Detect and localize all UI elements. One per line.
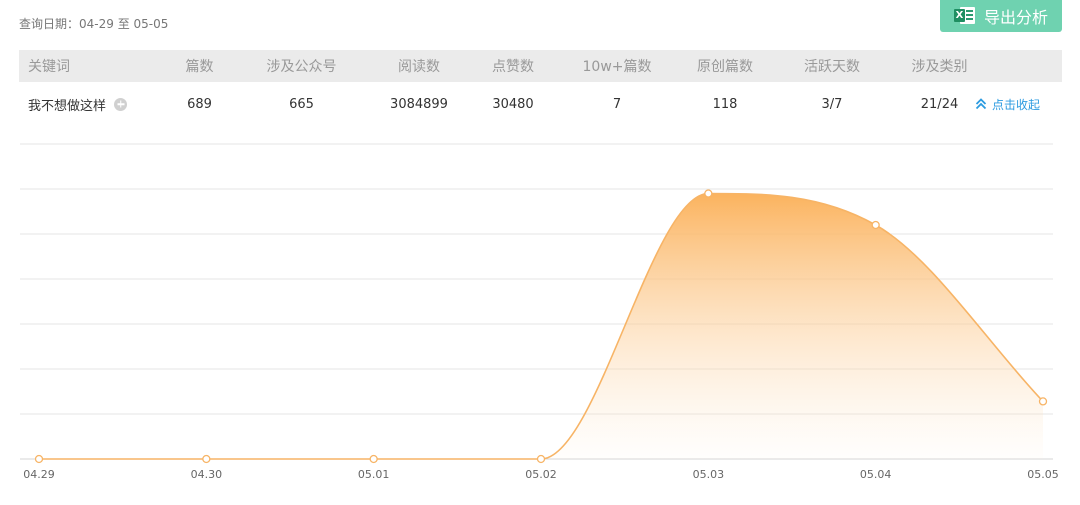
- x-tick-label: 04.30: [191, 468, 223, 481]
- x-tick-label: 05.04: [860, 468, 892, 481]
- x-tick-label: 05.01: [358, 468, 390, 481]
- data-point-05.05[interactable]: [1038, 397, 1048, 406]
- data-point-04.30[interactable]: [202, 454, 211, 464]
- x-tick-label: 04.29: [23, 468, 55, 481]
- trend-area-chart: 04.29 04.30 05.01 05.02 05.03 05.04 05.05: [20, 143, 1059, 481]
- x-tick-label: 05.02: [525, 468, 557, 481]
- data-point-05.03[interactable]: [704, 189, 713, 198]
- x-tick-label: 05.05: [1027, 468, 1059, 481]
- chart-area-fill: [39, 193, 1043, 459]
- data-point-05.01[interactable]: [369, 454, 378, 464]
- x-tick-label: 05.03: [693, 468, 725, 481]
- data-point-05.02[interactable]: [536, 454, 546, 464]
- data-point-05.04[interactable]: [871, 220, 880, 230]
- data-point-04.29[interactable]: [34, 454, 44, 464]
